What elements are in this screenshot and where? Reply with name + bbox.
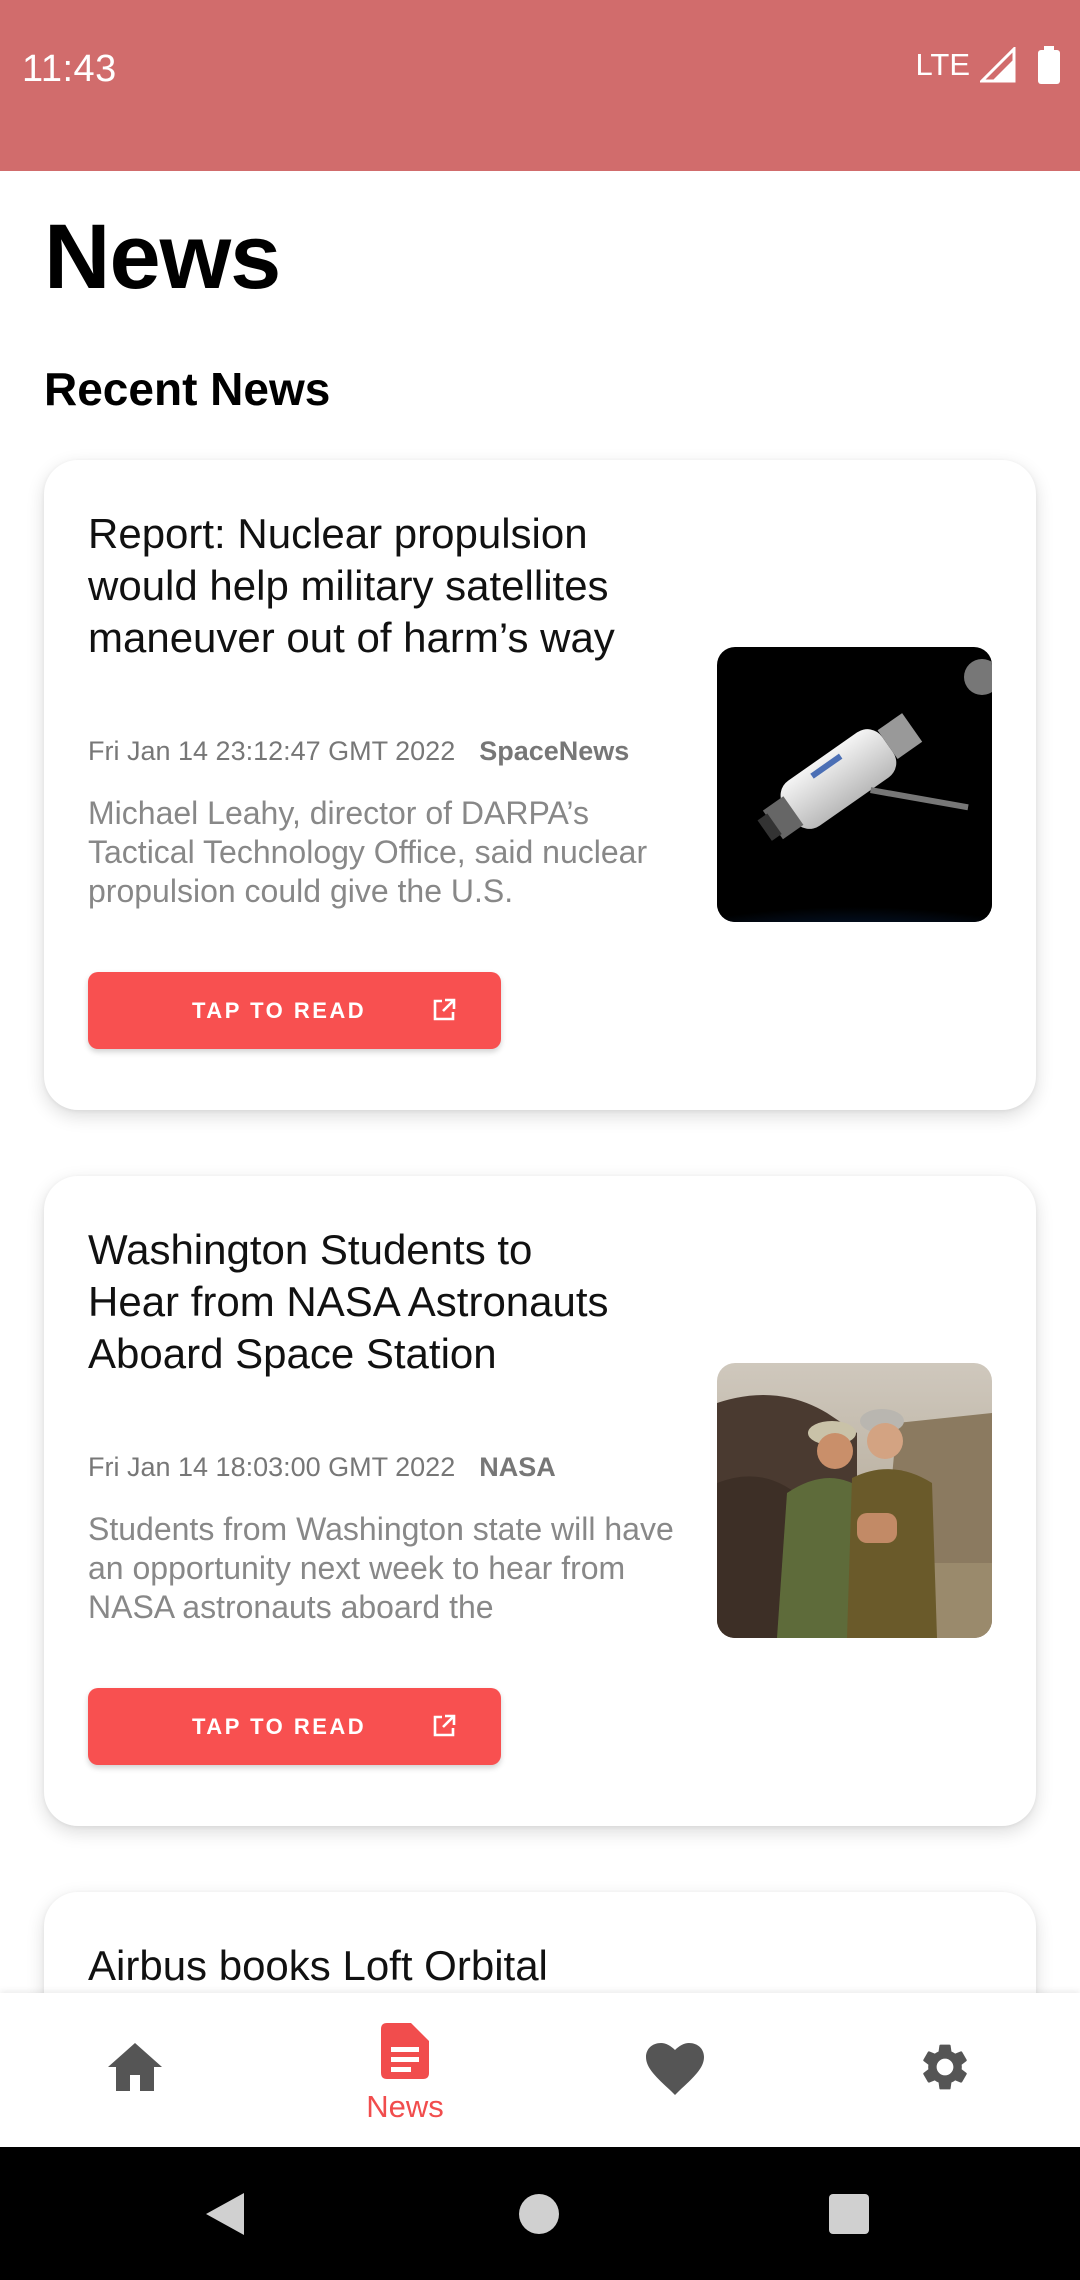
heart-icon bbox=[646, 2043, 704, 2095]
status-bar: 11:43 LTE bbox=[0, 0, 1080, 171]
article-image-satellite bbox=[717, 647, 992, 922]
button-label: TAP TO READ bbox=[192, 1713, 367, 1739]
button-label: TAP TO READ bbox=[192, 997, 367, 1023]
article-title: Airbus books Loft Orbital bbox=[88, 1942, 548, 1989]
system-navigation-bar bbox=[0, 2147, 1080, 2280]
nav-news[interactable]: News bbox=[270, 1993, 540, 2147]
recents-icon[interactable] bbox=[828, 2193, 870, 2235]
status-indicators: LTE bbox=[915, 46, 1060, 84]
tap-to-read-button[interactable]: TAP TO READ bbox=[88, 972, 501, 1049]
news-icon bbox=[381, 2023, 429, 2079]
nav-settings[interactable] bbox=[810, 1993, 1080, 2147]
bottom-navigation: News bbox=[0, 1993, 1080, 2147]
tap-to-read-button[interactable]: TAP TO READ bbox=[88, 1688, 501, 1765]
article-source: SpaceNews bbox=[479, 736, 630, 766]
nav-home[interactable] bbox=[0, 1993, 270, 2147]
page-title: News bbox=[44, 206, 281, 308]
home-circle-icon[interactable] bbox=[518, 2193, 560, 2235]
status-time: 11:43 bbox=[22, 48, 117, 90]
gear-icon bbox=[923, 2044, 967, 2090]
nav-news-label: News bbox=[366, 2089, 444, 2124]
article-date: Fri Jan 14 18:03:00 GMT 2022 bbox=[88, 1452, 456, 1482]
article-title: Report: Nuclear propulsion would help mi… bbox=[88, 510, 615, 661]
article-meta: Fri Jan 14 18:03:00 GMT 2022 NASA bbox=[88, 1452, 708, 1483]
article-title: Washington Students to Hear from NASA As… bbox=[88, 1226, 609, 1377]
article-source: NASA bbox=[479, 1452, 556, 1482]
section-title: Recent News bbox=[44, 363, 331, 415]
external-link-icon bbox=[433, 1714, 456, 1737]
news-card[interactable]: Washington Students to Hear from NASA As… bbox=[44, 1176, 1036, 1826]
screen: 11:43 LTE News Recent News Report: Nucle… bbox=[0, 0, 1080, 2280]
back-icon[interactable] bbox=[204, 2191, 246, 2237]
external-link-icon bbox=[433, 998, 456, 1021]
network-type: LTE bbox=[915, 47, 970, 82]
article-date: Fri Jan 14 23:12:47 GMT 2022 bbox=[88, 736, 456, 766]
home-icon bbox=[108, 2043, 162, 2091]
article-image-students bbox=[717, 1363, 992, 1638]
article-summary: Students from Washington state will have… bbox=[88, 1511, 674, 1625]
article-summary: Michael Leahy, director of DARPA’s Tacti… bbox=[88, 795, 648, 909]
nav-favorites[interactable] bbox=[540, 1993, 810, 2147]
news-card[interactable]: Report: Nuclear propulsion would help mi… bbox=[44, 460, 1036, 1110]
article-meta: Fri Jan 14 23:12:47 GMT 2022 SpaceNews bbox=[88, 736, 708, 767]
signal-icon bbox=[980, 47, 1016, 83]
battery-icon bbox=[1038, 46, 1060, 84]
